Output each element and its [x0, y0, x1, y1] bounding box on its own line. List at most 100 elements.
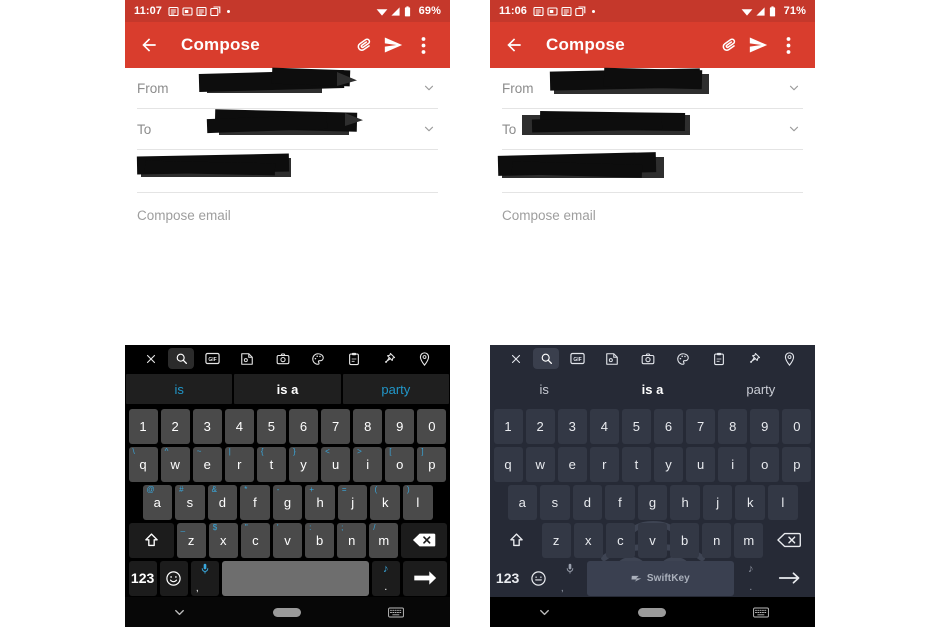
to-value-redacted[interactable]	[177, 109, 420, 149]
compose-body-placeholder[interactable]: Compose email	[137, 193, 438, 223]
backspace-icon[interactable]	[401, 522, 447, 558]
subject-field-row[interactable]	[136, 150, 438, 193]
key-8[interactable]: 8	[718, 408, 748, 444]
key-9[interactable]: 9	[750, 408, 780, 444]
key-5[interactable]: 5	[621, 408, 651, 444]
emoji-icon[interactable]	[525, 561, 553, 596]
suggestion-item-1[interactable]: is a	[234, 374, 341, 404]
microphone-icon[interactable]: ,	[556, 561, 584, 596]
key-0[interactable]: 0	[782, 408, 812, 444]
close-icon[interactable]	[498, 348, 533, 369]
shift-icon[interactable]	[494, 523, 539, 558]
to-value-redacted[interactable]	[502, 109, 803, 149]
attachment-icon[interactable]	[348, 30, 378, 60]
search-icon[interactable]	[168, 348, 195, 369]
key-t[interactable]: {t	[256, 446, 286, 482]
suggestion-item-0[interactable]: is	[126, 374, 233, 404]
subject-value-redacted[interactable]	[136, 150, 438, 192]
key-7[interactable]: 7	[321, 408, 351, 444]
shift-icon[interactable]	[128, 522, 174, 558]
key-b[interactable]: :b	[305, 522, 335, 558]
camera-icon[interactable]	[265, 348, 300, 369]
compose-body-placeholder[interactable]: Compose email	[502, 193, 803, 223]
key-v[interactable]: ' v	[272, 522, 303, 558]
key-l[interactable]: l	[768, 484, 798, 520]
to-expand-chevron-icon[interactable]	[420, 122, 438, 136]
key-n[interactable]: n	[702, 522, 732, 558]
microphone-icon[interactable]: ,	[190, 560, 220, 596]
key-e[interactable]: e	[557, 446, 587, 482]
key-h[interactable]: + h	[305, 484, 335, 520]
key-a[interactable]: @ a	[142, 484, 173, 520]
key-j[interactable]: = j	[337, 484, 368, 520]
key-r[interactable]: r	[589, 446, 619, 482]
from-expand-chevron-icon[interactable]	[420, 81, 438, 95]
suggestion-item-1[interactable]: is a	[598, 372, 706, 406]
key-o[interactable]: o	[750, 446, 780, 482]
theme-palette-icon[interactable]	[301, 348, 336, 369]
location-icon[interactable]	[407, 348, 442, 369]
numeric-mode-key[interactable]: 123	[494, 561, 522, 596]
key-y[interactable]: y	[653, 446, 684, 482]
key-g[interactable]: g	[637, 484, 668, 520]
clipboard-icon[interactable]	[701, 348, 736, 369]
back-button[interactable]	[502, 33, 526, 57]
key-o[interactable]: [o	[385, 446, 415, 482]
nav-home-button[interactable]	[233, 607, 341, 617]
sticker-icon[interactable]	[595, 348, 630, 369]
to-field-row[interactable]: To	[502, 109, 803, 150]
key-q[interactable]: q	[493, 446, 523, 482]
key-k[interactable]: k	[735, 484, 765, 520]
key-s[interactable]: # s	[175, 484, 205, 520]
subject-value-redacted[interactable]	[497, 150, 803, 192]
nav-keyboard-switch-button[interactable]	[342, 607, 450, 618]
close-icon[interactable]	[133, 348, 168, 369]
from-field-row[interactable]: From	[137, 67, 438, 109]
key-f[interactable]: f	[605, 484, 635, 520]
clipboard-icon[interactable]	[336, 348, 371, 369]
key-b[interactable]: b	[670, 522, 700, 558]
key-9[interactable]: 9	[385, 408, 415, 444]
space-key[interactable]	[222, 560, 369, 596]
key-x[interactable]: $ x	[208, 522, 238, 558]
key-a[interactable]: a	[507, 484, 538, 520]
key-f[interactable]: * f	[240, 484, 270, 520]
nav-back-button[interactable]	[125, 605, 233, 620]
from-value-redacted[interactable]	[177, 67, 420, 108]
numeric-mode-key[interactable]: 123	[128, 560, 157, 596]
key-c[interactable]: " c	[240, 522, 270, 558]
key-q[interactable]: \ q	[128, 446, 158, 482]
attachment-icon[interactable]	[713, 30, 743, 60]
key-7[interactable]: 7	[686, 408, 716, 444]
space-key[interactable]: SwiftKey	[587, 560, 734, 596]
key-l[interactable]: ) l	[403, 484, 433, 520]
pin-icon[interactable]	[371, 348, 406, 369]
gif-icon[interactable]: GIF	[559, 348, 594, 369]
suggestion-item-2[interactable]: party	[707, 372, 815, 406]
key-y[interactable]: } y	[288, 446, 319, 482]
key-u[interactable]: < u	[321, 446, 351, 482]
to-field-row[interactable]: To	[137, 109, 438, 150]
key-6[interactable]: 6	[653, 408, 684, 444]
emoji-icon[interactable]	[159, 560, 188, 596]
period-key[interactable]: ♪ .	[737, 561, 765, 596]
key-3[interactable]: 3	[557, 408, 587, 444]
key-w[interactable]: w	[525, 446, 555, 482]
more-vert-icon[interactable]	[408, 30, 438, 60]
suggestion-item-0[interactable]: is	[490, 372, 598, 406]
nav-back-button[interactable]	[490, 605, 598, 620]
suggestion-item-2[interactable]: party	[342, 374, 449, 404]
key-t[interactable]: t	[621, 446, 651, 482]
key-j[interactable]: j	[702, 484, 733, 520]
key-p[interactable]: p	[782, 446, 812, 482]
search-icon[interactable]	[533, 348, 560, 369]
send-icon[interactable]	[743, 30, 773, 60]
key-u[interactable]: u	[686, 446, 716, 482]
enter-arrow-icon[interactable]	[768, 561, 812, 596]
enter-arrow-icon[interactable]	[402, 560, 447, 596]
key-3[interactable]: 3	[192, 408, 222, 444]
camera-icon[interactable]	[630, 348, 665, 369]
from-field-row[interactable]: From	[502, 67, 803, 109]
subject-field-row[interactable]	[497, 150, 803, 193]
key-d[interactable]: & d	[207, 484, 238, 520]
